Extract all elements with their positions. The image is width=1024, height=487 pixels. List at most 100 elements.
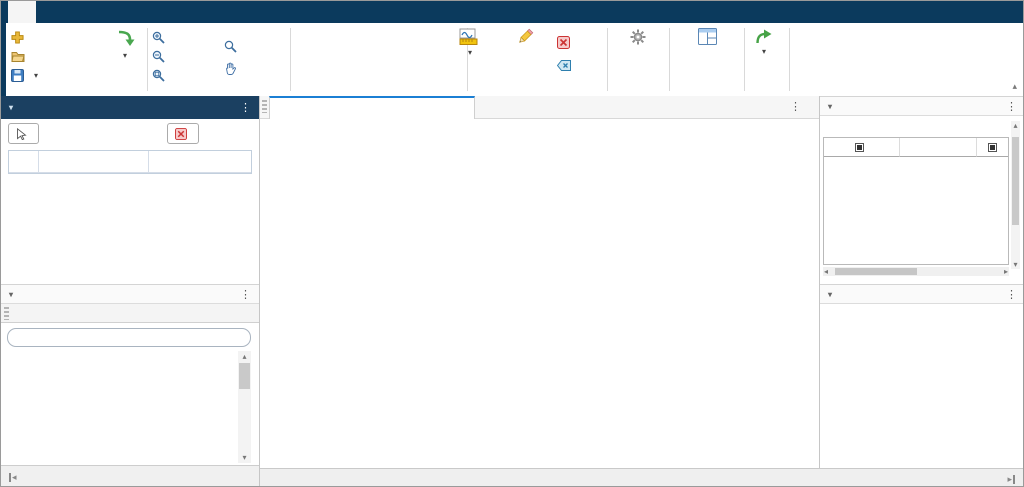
scroll-up-icon[interactable]: ▴ (238, 352, 251, 361)
scroll-to-end-icon[interactable]: ▸ (1007, 474, 1015, 485)
layers-hscrollbar[interactable]: ◂ ▸ (823, 267, 1009, 276)
open-folder-icon (11, 51, 25, 63)
database-tabs (1, 304, 259, 323)
zoom-out-icon (152, 50, 165, 63)
layers-scroll-down-icon[interactable]: ▾ (1011, 260, 1020, 269)
layers-menu-icon[interactable]: ⋮ (1006, 100, 1017, 113)
search-nets-input[interactable] (7, 328, 251, 347)
zoom-in-button[interactable] (152, 29, 170, 46)
pan-hand-icon (224, 62, 237, 75)
properties-menu-icon[interactable]: ⋮ (1006, 288, 1017, 301)
collapse-boards-icon[interactable]: ▾ (9, 103, 13, 112)
nets-horizontal-scrollbar[interactable]: ◂ (1, 465, 259, 487)
delete-board-button[interactable] (167, 123, 199, 144)
layers-scroll-left-icon[interactable]: ◂ (824, 267, 828, 276)
ribbon-divider (147, 28, 148, 91)
database-menu-icon[interactable]: ⋮ (240, 288, 251, 301)
document-grip-icon[interactable] (262, 100, 267, 113)
collapse-properties-icon[interactable]: ▾ (828, 290, 832, 299)
import-dropdown-icon[interactable]: ▾ (123, 52, 127, 60)
title-bar (1, 1, 1024, 23)
layers-hscrollbar-thumb[interactable] (835, 268, 917, 275)
gear-icon (629, 28, 647, 46)
zoom-out-button[interactable] (152, 48, 170, 65)
boards-panel-header[interactable]: ▾ ⋮ (1, 96, 259, 119)
collapse-database-icon[interactable]: ▾ (9, 290, 13, 299)
measure-button[interactable]: ▾ (444, 28, 496, 57)
layers-table (823, 137, 1009, 265)
extra-column-header[interactable] (977, 138, 1008, 157)
layers-column-header[interactable] (824, 138, 900, 157)
scroll-to-start-icon[interactable]: ◂ (9, 472, 17, 483)
document-tab[interactable] (269, 96, 475, 119)
new-session-button[interactable] (11, 29, 29, 46)
zoom-fit-icon (152, 69, 165, 82)
zoom-draw-button[interactable] (224, 38, 242, 55)
pointer-icon (16, 128, 27, 140)
layers-scroll-right-icon[interactable]: ▸ (1004, 267, 1008, 276)
ribbon-divider (290, 28, 291, 91)
boards-menu-icon[interactable]: ⋮ (240, 101, 251, 114)
pcb-viewer-window: ▾ ▾ (0, 0, 1024, 487)
nets-tree (1, 351, 237, 463)
selectable-objects-grid (295, 29, 449, 86)
layers-vscrollbar-thumb[interactable] (1012, 137, 1019, 225)
delete-all-button[interactable] (557, 57, 576, 74)
layers-table-header (824, 138, 1008, 157)
new-session-icon (11, 31, 24, 44)
delete-button[interactable] (557, 34, 575, 51)
annotate-button[interactable] (497, 28, 553, 49)
tab-grip-icon[interactable] (4, 307, 9, 320)
annotate-pencil-icon (516, 28, 534, 46)
delete-all-icon (557, 60, 571, 71)
import-button[interactable]: ▾ (106, 29, 144, 60)
document-menu-icon[interactable]: ⋮ (790, 100, 801, 113)
ribbon-divider (607, 28, 608, 91)
pan-button[interactable] (224, 60, 242, 77)
measure-dropdown-icon[interactable]: ▾ (468, 49, 472, 57)
ribbon-toolbar: ▾ ▾ (6, 23, 1024, 96)
import-icon (115, 29, 135, 49)
select-all-layers-icon[interactable] (855, 143, 864, 152)
pcb-board-image[interactable] (394, 121, 679, 461)
save-session-button[interactable]: ▾ (11, 67, 38, 84)
default-layout-button[interactable] (671, 28, 743, 48)
collapse-layers-icon[interactable]: ▾ (828, 102, 832, 111)
color-column-header[interactable] (900, 138, 977, 157)
scroll-down-icon[interactable]: ▾ (238, 453, 251, 462)
collapse-ribbon-icon[interactable]: ▴ (1012, 81, 1017, 92)
preferences-button[interactable] (609, 28, 667, 49)
zoom-draw-icon (224, 40, 237, 53)
export-button[interactable]: ▾ (742, 28, 786, 56)
measure-icon (459, 28, 481, 46)
export-dropdown-icon[interactable]: ▾ (762, 48, 766, 56)
boards-table (8, 150, 252, 174)
status-bar: ▸ (260, 468, 1024, 487)
tab-pcb-viewer[interactable] (8, 1, 36, 23)
delete-board-icon (175, 128, 187, 140)
ribbon-divider (669, 28, 670, 91)
zoom-fit-button[interactable] (152, 67, 170, 84)
delete-icon (557, 36, 570, 49)
active-column-header[interactable] (149, 151, 251, 173)
activate-board-button[interactable] (8, 123, 39, 144)
column-icon (988, 143, 997, 152)
layers-scroll-up-icon[interactable]: ▴ (1011, 121, 1020, 130)
open-session-button[interactable] (11, 48, 30, 65)
save-session-dropdown-icon[interactable]: ▾ (34, 72, 38, 80)
board-column-header[interactable] (39, 151, 149, 173)
pcb-canvas[interactable] (260, 119, 819, 468)
nets-scrollbar-thumb[interactable] (239, 363, 250, 389)
boards-table-header (9, 151, 251, 173)
document-tab-bar: ⋮ (260, 96, 819, 119)
export-arrow-icon (755, 28, 774, 45)
save-icon (11, 69, 24, 82)
properties-panel-header[interactable]: ▾ ⋮ (820, 284, 1024, 304)
layout-grid-icon (698, 28, 717, 45)
nets-scrollbar[interactable]: ▴ ▾ (238, 351, 251, 463)
ribbon-divider (789, 28, 790, 91)
layers-panel-header[interactable]: ▾ ⋮ (820, 96, 1024, 116)
layers-vscrollbar[interactable]: ▴ ▾ (1011, 121, 1020, 269)
zoom-in-icon (152, 31, 165, 44)
database-panel-header[interactable]: ▾ ⋮ (1, 284, 259, 304)
